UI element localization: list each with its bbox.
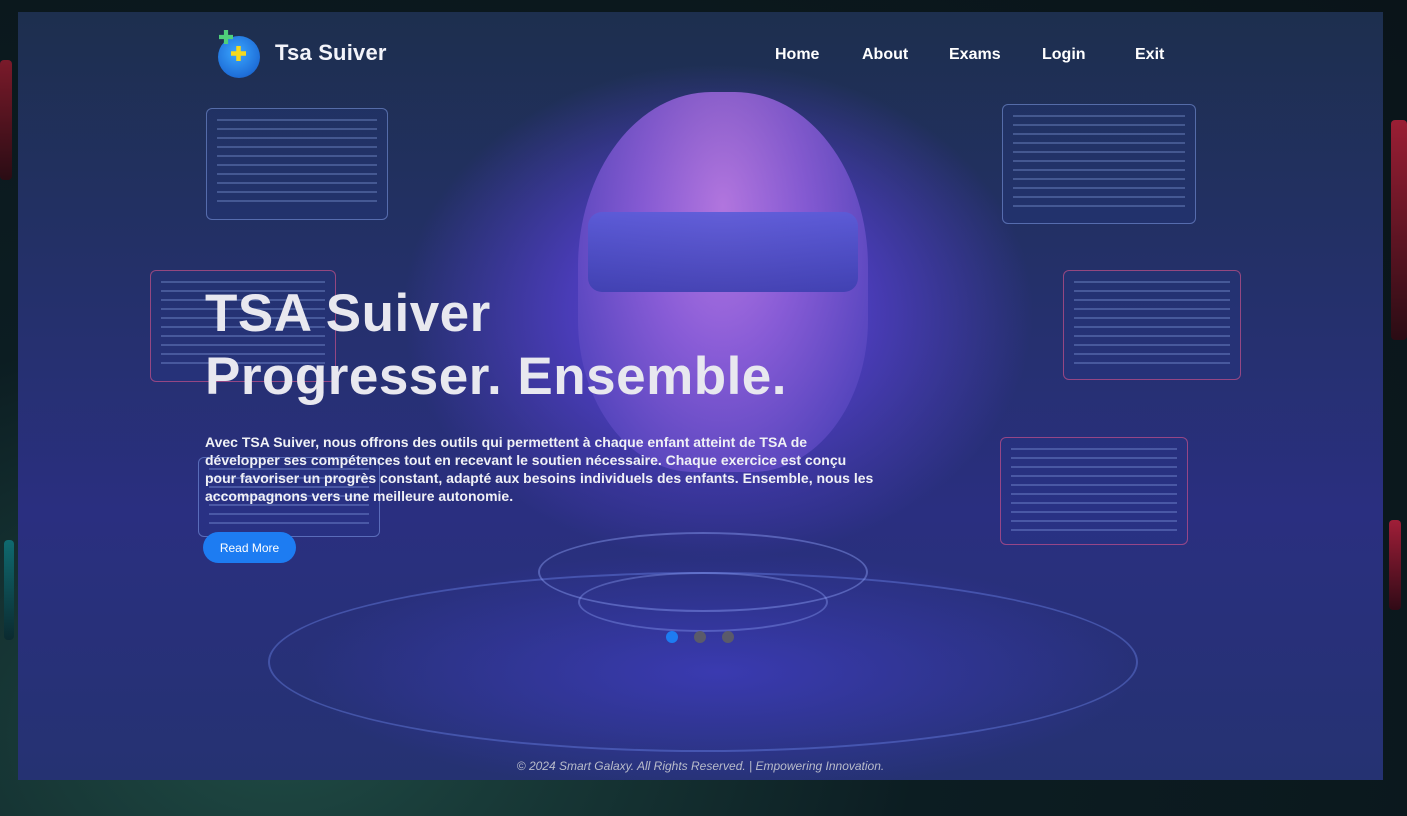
hero-title-line-1: TSA Suiver <box>205 284 491 343</box>
carousel-indicators <box>666 631 750 643</box>
read-more-button[interactable]: Read More <box>203 532 296 563</box>
hud-panel-decor <box>1000 437 1188 545</box>
main-nav: Home About Exams Login Exit <box>18 46 1383 70</box>
nav-login[interactable]: Login <box>1042 46 1086 64</box>
nav-exit[interactable]: Exit <box>1135 46 1164 64</box>
hud-panel-decor <box>206 108 388 220</box>
footer-copyright: © 2024 Smart Galaxy. All Rights Reserved… <box>516 759 885 773</box>
hero-frame: Tsa Suiver Home About Exams Login Exit T… <box>18 12 1383 780</box>
hero-title: TSA Suiver Progresser. Ensemble. <box>205 282 787 408</box>
hud-panel-decor <box>1002 104 1196 224</box>
backdrop-accent <box>1389 520 1401 610</box>
hero-title-line-2: Progresser. Ensemble. <box>205 347 788 406</box>
nav-about[interactable]: About <box>862 46 908 64</box>
hero-description: Avec TSA Suiver, nous offrons des outils… <box>205 434 874 504</box>
hud-panel-decor <box>1063 270 1241 380</box>
nav-home[interactable]: Home <box>775 46 819 64</box>
backdrop-accent <box>1391 120 1407 340</box>
carousel-dot-2[interactable] <box>694 631 706 643</box>
carousel-dot-3[interactable] <box>722 631 734 643</box>
vr-visor-illustration <box>588 212 858 292</box>
backdrop-accent <box>0 60 12 180</box>
nav-exams[interactable]: Exams <box>949 46 1001 64</box>
hologram-ring-decor <box>578 572 828 632</box>
backdrop-accent <box>4 540 14 640</box>
carousel-dot-1[interactable] <box>666 631 678 643</box>
